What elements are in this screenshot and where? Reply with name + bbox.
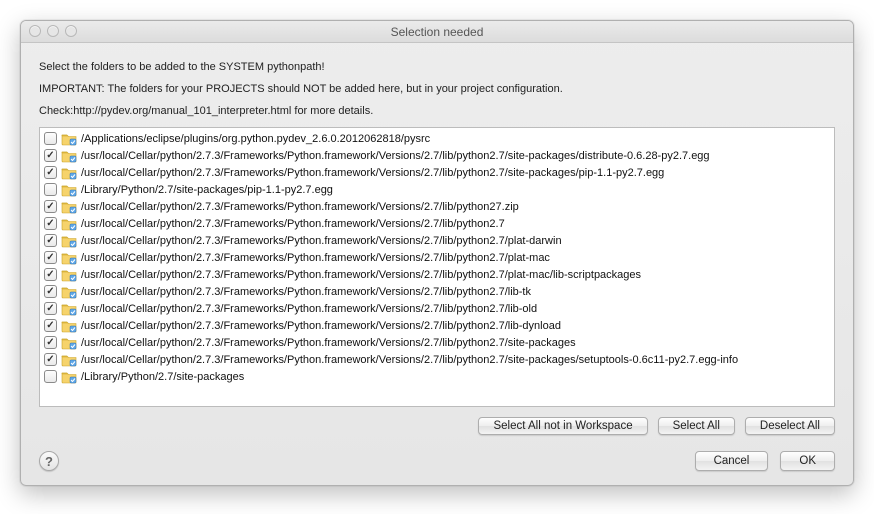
list-item[interactable]: /usr/local/Cellar/python/2.7.3/Framework…	[40, 198, 834, 215]
folder-path: /usr/local/Cellar/python/2.7.3/Framework…	[81, 337, 576, 349]
list-item[interactable]: /Library/Python/2.7/site-packages	[40, 368, 834, 385]
window-title: Selection needed	[21, 25, 853, 39]
folder-path: /Library/Python/2.7/site-packages	[81, 371, 244, 383]
folder-icon	[61, 200, 77, 214]
folder-path: /usr/local/Cellar/python/2.7.3/Framework…	[81, 269, 641, 281]
cancel-button[interactable]: Cancel	[695, 451, 769, 471]
list-item[interactable]: /usr/local/Cellar/python/2.7.3/Framework…	[40, 249, 834, 266]
instruction-line-1: Select the folders to be added to the SY…	[39, 61, 835, 73]
list-item[interactable]: /Library/Python/2.7/site-packages/pip-1.…	[40, 181, 834, 198]
list-item[interactable]: /usr/local/Cellar/python/2.7.3/Framework…	[40, 266, 834, 283]
checkbox[interactable]	[44, 285, 57, 298]
select-all-not-in-workspace-button[interactable]: Select All not in Workspace	[478, 417, 647, 435]
folder-path: /usr/local/Cellar/python/2.7.3/Framework…	[81, 303, 537, 315]
list-item[interactable]: /usr/local/Cellar/python/2.7.3/Framework…	[40, 164, 834, 181]
list-item[interactable]: /Applications/eclipse/plugins/org.python…	[40, 130, 834, 147]
minimize-icon[interactable]	[47, 25, 59, 37]
folder-icon	[61, 132, 77, 146]
checkbox[interactable]	[44, 302, 57, 315]
list-item[interactable]: /usr/local/Cellar/python/2.7.3/Framework…	[40, 317, 834, 334]
ok-button[interactable]: OK	[780, 451, 835, 471]
folder-path: /usr/local/Cellar/python/2.7.3/Framework…	[81, 201, 519, 213]
checkbox[interactable]	[44, 217, 57, 230]
folder-icon	[61, 217, 77, 231]
folder-path: /usr/local/Cellar/python/2.7.3/Framework…	[81, 150, 710, 162]
selection-button-row: Select All not in Workspace Select All D…	[39, 407, 835, 439]
folder-path: /usr/local/Cellar/python/2.7.3/Framework…	[81, 286, 531, 298]
select-all-button[interactable]: Select All	[658, 417, 735, 435]
list-item[interactable]: /usr/local/Cellar/python/2.7.3/Framework…	[40, 147, 834, 164]
checkbox[interactable]	[44, 149, 57, 162]
titlebar: Selection needed	[21, 21, 853, 43]
list-item[interactable]: /usr/local/Cellar/python/2.7.3/Framework…	[40, 215, 834, 232]
checkbox[interactable]	[44, 183, 57, 196]
list-item[interactable]: /usr/local/Cellar/python/2.7.3/Framework…	[40, 351, 834, 368]
checkbox[interactable]	[44, 268, 57, 281]
dialog-content: Select the folders to be added to the SY…	[21, 43, 853, 445]
folder-path: /usr/local/Cellar/python/2.7.3/Framework…	[81, 218, 505, 230]
folder-icon	[61, 319, 77, 333]
checkbox[interactable]	[44, 251, 57, 264]
folder-icon	[61, 166, 77, 180]
folder-path: /Applications/eclipse/plugins/org.python…	[81, 133, 430, 145]
help-icon[interactable]: ?	[39, 451, 59, 471]
checkbox[interactable]	[44, 353, 57, 366]
deselect-all-button[interactable]: Deselect All	[745, 417, 835, 435]
footer-button-row: Cancel OK	[695, 451, 835, 471]
folder-icon	[61, 302, 77, 316]
folder-icon	[61, 370, 77, 384]
checkbox[interactable]	[44, 370, 57, 383]
folder-icon	[61, 234, 77, 248]
instruction-line-2: IMPORTANT: The folders for your PROJECTS…	[39, 83, 835, 95]
traffic-lights	[29, 25, 77, 37]
folder-path: /usr/local/Cellar/python/2.7.3/Framework…	[81, 252, 550, 264]
checkbox[interactable]	[44, 200, 57, 213]
folder-icon	[61, 268, 77, 282]
list-item[interactable]: /usr/local/Cellar/python/2.7.3/Framework…	[40, 232, 834, 249]
folder-icon	[61, 353, 77, 367]
folder-icon	[61, 149, 77, 163]
folder-path: /usr/local/Cellar/python/2.7.3/Framework…	[81, 167, 664, 179]
folder-icon	[61, 183, 77, 197]
list-item[interactable]: /usr/local/Cellar/python/2.7.3/Framework…	[40, 283, 834, 300]
list-item[interactable]: /usr/local/Cellar/python/2.7.3/Framework…	[40, 334, 834, 351]
checkbox[interactable]	[44, 319, 57, 332]
checkbox[interactable]	[44, 166, 57, 179]
folder-path: /usr/local/Cellar/python/2.7.3/Framework…	[81, 354, 738, 366]
folder-icon	[61, 336, 77, 350]
folder-path: /Library/Python/2.7/site-packages/pip-1.…	[81, 184, 333, 196]
checkbox[interactable]	[44, 234, 57, 247]
list-item[interactable]: /usr/local/Cellar/python/2.7.3/Framework…	[40, 300, 834, 317]
folder-path: /usr/local/Cellar/python/2.7.3/Framework…	[81, 320, 561, 332]
folder-icon	[61, 285, 77, 299]
instruction-line-3: Check:http://pydev.org/manual_101_interp…	[39, 105, 835, 117]
folder-list[interactable]: /Applications/eclipse/plugins/org.python…	[39, 127, 835, 407]
checkbox[interactable]	[44, 336, 57, 349]
dialog-footer: ? Cancel OK	[21, 445, 853, 485]
close-icon[interactable]	[29, 25, 41, 37]
folder-path: /usr/local/Cellar/python/2.7.3/Framework…	[81, 235, 562, 247]
zoom-icon[interactable]	[65, 25, 77, 37]
folder-icon	[61, 251, 77, 265]
dialog-window: Selection needed Select the folders to b…	[20, 20, 854, 486]
checkbox[interactable]	[44, 132, 57, 145]
